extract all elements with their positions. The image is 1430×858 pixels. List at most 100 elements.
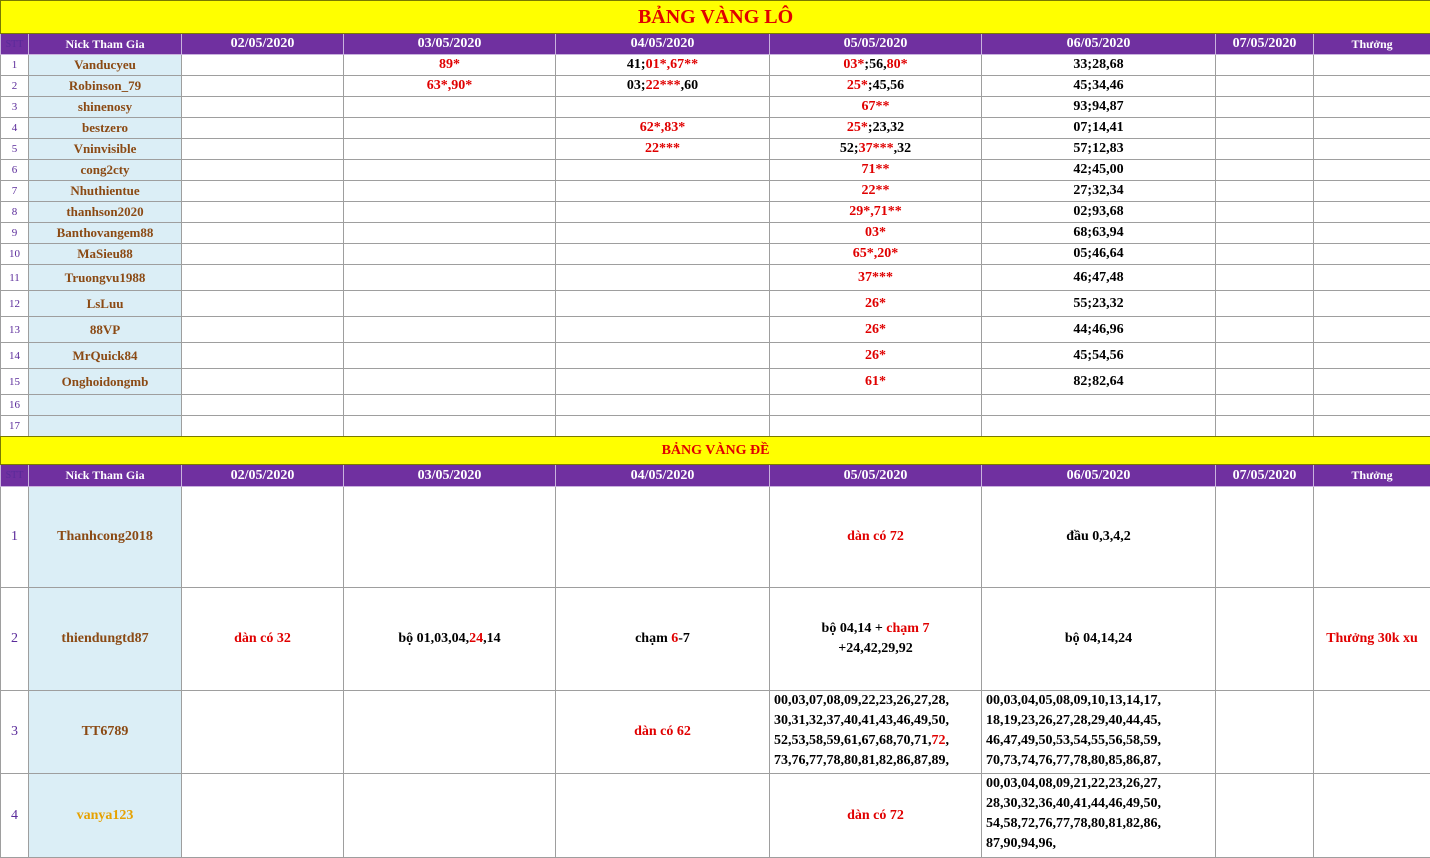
cell-text: 00,03,04,08,09,21,22,23,26,27, — [986, 776, 1161, 791]
row-nick: Thanhcong2018 — [29, 487, 182, 588]
cell-text: 00,03,04,05,08,09,10,13,14,17, — [986, 693, 1161, 708]
row-date-cell: 02;93,68 — [982, 202, 1216, 223]
row-date-cell: đầu 0,3,4,2 — [982, 487, 1216, 588]
row-date-cell: 03*;56,80* — [770, 55, 982, 76]
row-reward — [1314, 774, 1430, 858]
header-stt: STT — [1, 465, 29, 487]
row-date-cell: bộ 04,14 + chạm 7+24,42,29,92 — [770, 588, 982, 691]
row-date-cell — [344, 774, 556, 858]
row-date-cell — [770, 416, 982, 437]
row-reward — [1314, 369, 1430, 395]
row-stt: 3 — [1, 97, 29, 118]
row-date-cell: 65*,20* — [770, 244, 982, 265]
row-date-cell — [982, 395, 1216, 416]
header-stt: STT — [1, 34, 29, 55]
header-date: 07/05/2020 — [1216, 34, 1314, 55]
row-reward — [1314, 202, 1430, 223]
cell-text: 18,19,23,26,27,28,29,40,44,45, — [986, 713, 1161, 728]
row-date-cell — [1216, 691, 1314, 774]
row-date-cell — [182, 691, 344, 774]
cell-text: 63*,90* — [427, 78, 473, 93]
row-date-cell — [344, 160, 556, 181]
row-date-cell — [556, 317, 770, 343]
row-date-cell — [344, 97, 556, 118]
row-date-cell — [770, 395, 982, 416]
row-date-cell — [344, 244, 556, 265]
row-reward — [1314, 139, 1430, 160]
row-date-cell — [182, 55, 344, 76]
row-date-cell — [344, 291, 556, 317]
row-date-cell: 27;32,34 — [982, 181, 1216, 202]
lo-title: BẢNG VÀNG LÔ — [1, 1, 1430, 34]
row-date-cell — [182, 369, 344, 395]
row-date-cell — [1216, 291, 1314, 317]
row-date-cell: 29*,71** — [770, 202, 982, 223]
row-date-cell — [1216, 160, 1314, 181]
row-date-cell — [344, 691, 556, 774]
header-reward: Thưởng — [1314, 465, 1430, 487]
row-date-cell — [556, 223, 770, 244]
cell-text: 87,90,94,96, — [986, 836, 1056, 851]
row-reward — [1314, 76, 1430, 97]
row-reward — [1314, 343, 1430, 369]
cell-text: 29*,71** — [849, 204, 902, 219]
cell-text: , — [946, 733, 950, 748]
row-date-cell: 93;94,87 — [982, 97, 1216, 118]
row-date-cell — [1216, 76, 1314, 97]
cell-text: 73,76,77,78,80,81,82,86,87,89, — [774, 753, 949, 768]
row-date-cell: 68;63,94 — [982, 223, 1216, 244]
row-date-cell — [344, 181, 556, 202]
row-date-cell — [556, 202, 770, 223]
row-nick: Robinson_79 — [29, 76, 182, 97]
row-date-cell: 63*,90* — [344, 76, 556, 97]
row-stt: 17 — [1, 416, 29, 437]
cell-text: 72 — [932, 733, 946, 748]
row-date-cell — [182, 487, 344, 588]
row-date-cell — [1216, 416, 1314, 437]
row-date-cell — [344, 139, 556, 160]
cell-text: 45;54,56 — [1073, 348, 1123, 363]
row-date-cell — [1216, 369, 1314, 395]
row-date-cell: 25*;23,32 — [770, 118, 982, 139]
row-date-cell: 45;34,46 — [982, 76, 1216, 97]
row-date-cell — [556, 291, 770, 317]
cell-text: 03* — [843, 57, 864, 72]
row-date-cell: 67** — [770, 97, 982, 118]
row-date-cell: 26* — [770, 317, 982, 343]
cell-text: 03* — [865, 225, 886, 240]
row-stt: 6 — [1, 160, 29, 181]
cell-text: dàn có 32 — [234, 631, 291, 646]
header-date: 03/05/2020 — [344, 34, 556, 55]
row-date-cell: 00,03,04,05,08,09,10,13,14,17, 18,19,23,2… — [982, 691, 1216, 774]
row-stt: 1 — [1, 487, 29, 588]
row-date-cell — [1216, 223, 1314, 244]
de-row: 1Thanhcong2018dàn có 72đầu 0,3,4,2 — [1, 487, 1430, 588]
de-row: 4vanya123dàn có 7200,03,04,08,09,21,22,2… — [1, 774, 1430, 858]
lo-table: BẢNG VÀNG LÔ STTNick Tham Gia02/05/20200… — [0, 0, 1430, 437]
cell-text: 22*** — [645, 141, 680, 156]
row-date-cell — [556, 369, 770, 395]
row-reward — [1314, 55, 1430, 76]
lo-row: 17 — [1, 416, 1430, 437]
lo-row: 8thanhson202029*,71**02;93,68 — [1, 202, 1430, 223]
lo-row: 4bestzero62*,83*25*;23,3207;14,41 — [1, 118, 1430, 139]
de-row: 3TT6789dàn có 6200,03,07,08,09,22,23,26,… — [1, 691, 1430, 774]
cell-text: 80* — [887, 57, 908, 72]
lo-row: 2Robinson_7963*,90*03;22***,6025*;45,564… — [1, 76, 1430, 97]
row-stt: 13 — [1, 317, 29, 343]
cell-text: 30,31,32,37,40,41,43,46,49,50, — [774, 713, 949, 728]
row-date-cell — [344, 343, 556, 369]
row-nick: thiendungtd87 — [29, 588, 182, 691]
header-date: 03/05/2020 — [344, 465, 556, 487]
lo-row: 3shinenosy67**93;94,87 — [1, 97, 1430, 118]
row-date-cell — [982, 416, 1216, 437]
row-nick: MaSieu88 — [29, 244, 182, 265]
row-stt: 3 — [1, 691, 29, 774]
row-stt: 8 — [1, 202, 29, 223]
row-date-cell — [1216, 487, 1314, 588]
row-stt: 10 — [1, 244, 29, 265]
header-date: 06/05/2020 — [982, 34, 1216, 55]
row-stt: 9 — [1, 223, 29, 244]
row-date-cell — [182, 97, 344, 118]
cell-text: 37*** — [858, 270, 893, 285]
